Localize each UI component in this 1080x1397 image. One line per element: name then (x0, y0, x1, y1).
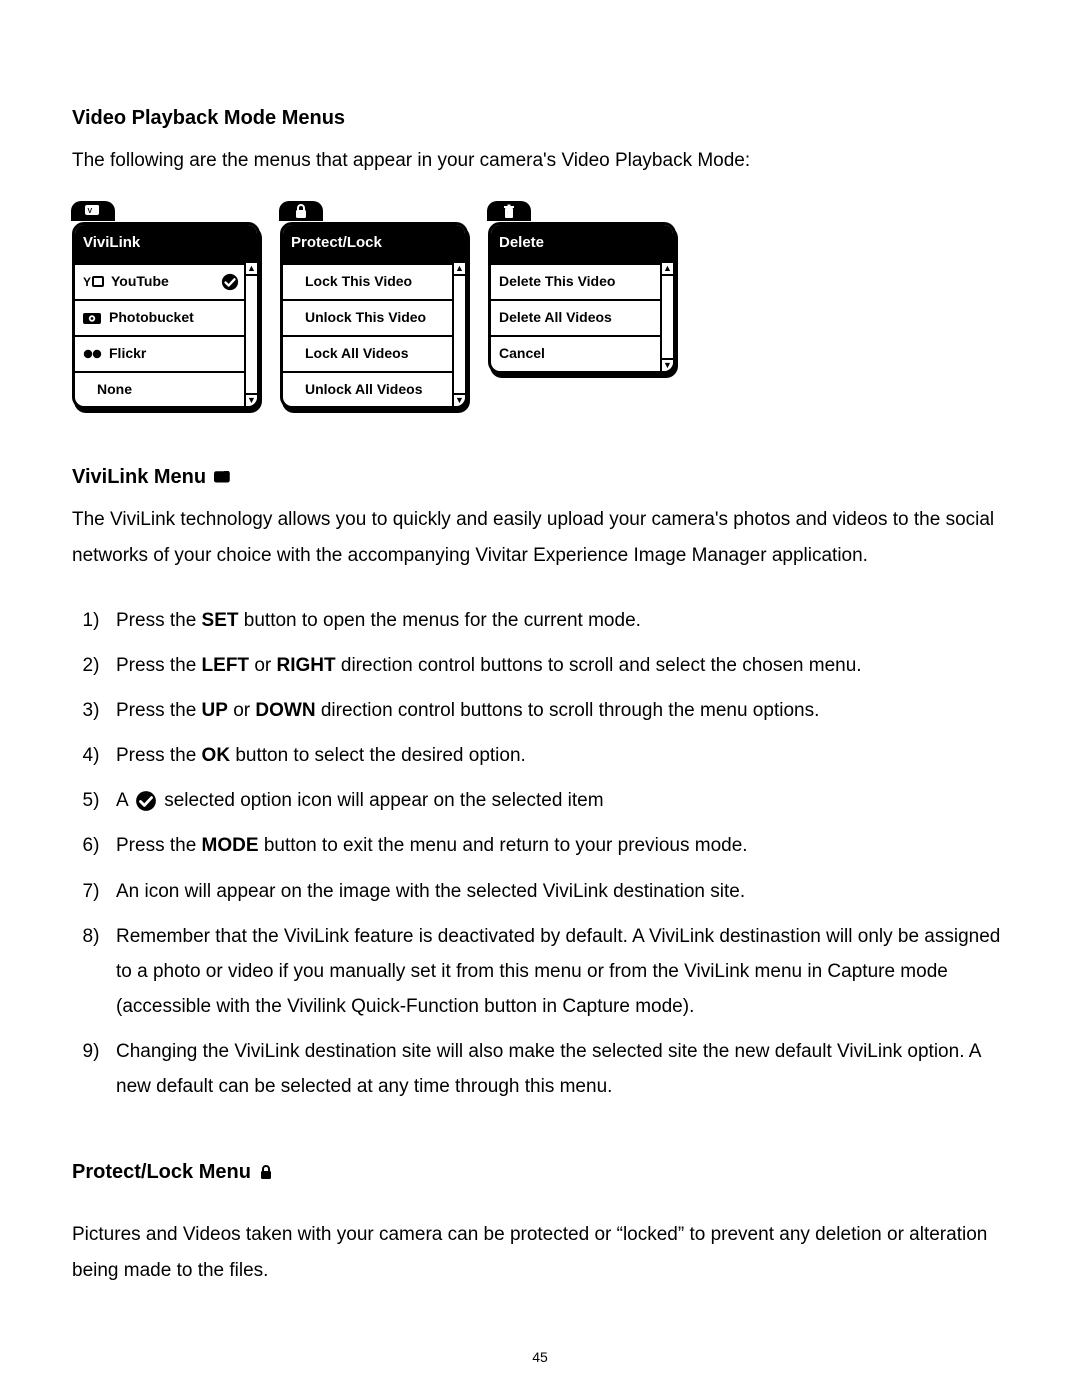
vivilink-icon (85, 205, 101, 217)
section-title-text: Protect/Lock Menu (72, 1154, 251, 1191)
scroll-up-icon[interactable]: ▲ (662, 263, 673, 276)
scrollbar[interactable]: ▲ ▼ (244, 263, 257, 407)
scroll-up-icon[interactable]: ▲ (454, 263, 465, 276)
menu-item-delete-this[interactable]: Delete This Video (491, 263, 673, 299)
step-9: Changing the ViviLink destination site w… (110, 1034, 1008, 1104)
menu-box-delete: Delete ▲ ▼ Delete This Video Delete All … (488, 202, 676, 373)
menu-item-label: Photobucket (109, 305, 249, 331)
steps-list: Press the SET button to open the menus f… (72, 603, 1008, 1105)
menu-item-flickr[interactable]: Flickr (75, 335, 257, 371)
scrollbar[interactable]: ▲ ▼ (452, 263, 465, 407)
step-4: Press the OK button to select the desire… (110, 738, 1008, 773)
menu-tab-vivilink (71, 201, 115, 221)
menu-title-vivilink: ViviLink (75, 225, 257, 263)
menu-item-youtube[interactable]: YouTube (75, 263, 257, 299)
section-intro-protect-lock: Pictures and Videos taken with your came… (72, 1217, 1008, 1287)
step-3: Press the UP or DOWN direction control b… (110, 693, 1008, 728)
menu-item-label: Delete This Video (499, 269, 665, 295)
menu-item-label: Delete All Videos (499, 305, 665, 331)
menu-tab-protect (279, 201, 323, 221)
trash-icon (502, 204, 516, 218)
menu-item-delete-all[interactable]: Delete All Videos (491, 299, 673, 335)
page-number: 45 (0, 1345, 1080, 1371)
section-intro-video-playback: The following are the menus that appear … (72, 143, 1008, 178)
menus-row: ViviLink ▲ ▼ YouTube (72, 202, 1008, 409)
step-7: An icon will appear on the image with th… (110, 874, 1008, 909)
menu-item-label: Flickr (109, 341, 249, 367)
section-heading-protect-lock: Protect/Lock Menu (72, 1154, 1008, 1191)
section-heading-vivilink-menu: ViviLink Menu (72, 459, 1008, 496)
menu-item-cancel[interactable]: Cancel (491, 335, 673, 371)
menu-item-lock-this[interactable]: Lock This Video (283, 263, 465, 299)
menu-item-unlock-all[interactable]: Unlock All Videos (283, 371, 465, 407)
menu-item-label: Unlock All Videos (305, 377, 457, 403)
step-6: Press the MODE button to exit the menu a… (110, 828, 1008, 863)
scrollbar[interactable]: ▲ ▼ (660, 263, 673, 371)
scroll-down-icon[interactable]: ▼ (454, 393, 465, 406)
scroll-down-icon[interactable]: ▼ (662, 358, 673, 371)
menu-tab-delete (487, 201, 531, 221)
menu-item-label: Cancel (499, 341, 665, 367)
section-intro-vivilink-menu: The ViviLink technology allows you to qu… (72, 502, 1008, 572)
step-8: Remember that the ViviLink feature is de… (110, 919, 1008, 1024)
check-icon (135, 790, 157, 812)
flickr-icon (83, 347, 103, 361)
menu-item-unlock-this[interactable]: Unlock This Video (283, 299, 465, 335)
scroll-up-icon[interactable]: ▲ (246, 263, 257, 276)
lock-icon (259, 1165, 273, 1181)
menu-item-label: Unlock This Video (305, 305, 457, 331)
menu-item-label: Lock All Videos (305, 341, 457, 367)
youtube-icon (83, 275, 105, 289)
menu-box-vivilink: ViviLink ▲ ▼ YouTube (72, 202, 260, 409)
menu-item-label: Lock This Video (305, 269, 457, 295)
menu-item-lock-all[interactable]: Lock All Videos (283, 335, 465, 371)
menu-item-photobucket[interactable]: Photobucket (75, 299, 257, 335)
step-2: Press the LEFT or RIGHT direction contro… (110, 648, 1008, 683)
menu-item-label: YouTube (111, 269, 215, 295)
photobucket-icon (83, 311, 103, 325)
menu-item-label: None (97, 377, 249, 403)
scroll-down-icon[interactable]: ▼ (246, 393, 257, 406)
vivilink-icon (214, 471, 232, 485)
step-5: A selected option icon will appear on th… (110, 783, 1008, 818)
menu-item-none[interactable]: None (75, 371, 257, 407)
menu-box-protect: Protect/Lock ▲ ▼ Lock This Video Unlock … (280, 202, 468, 409)
section-title-text: ViviLink Menu (72, 459, 206, 496)
step-1: Press the SET button to open the menus f… (110, 603, 1008, 638)
menu-title-delete: Delete (491, 225, 673, 263)
section-heading-video-playback: Video Playback Mode Menus (72, 100, 1008, 137)
menu-title-protect: Protect/Lock (283, 225, 465, 263)
lock-icon (294, 204, 308, 218)
